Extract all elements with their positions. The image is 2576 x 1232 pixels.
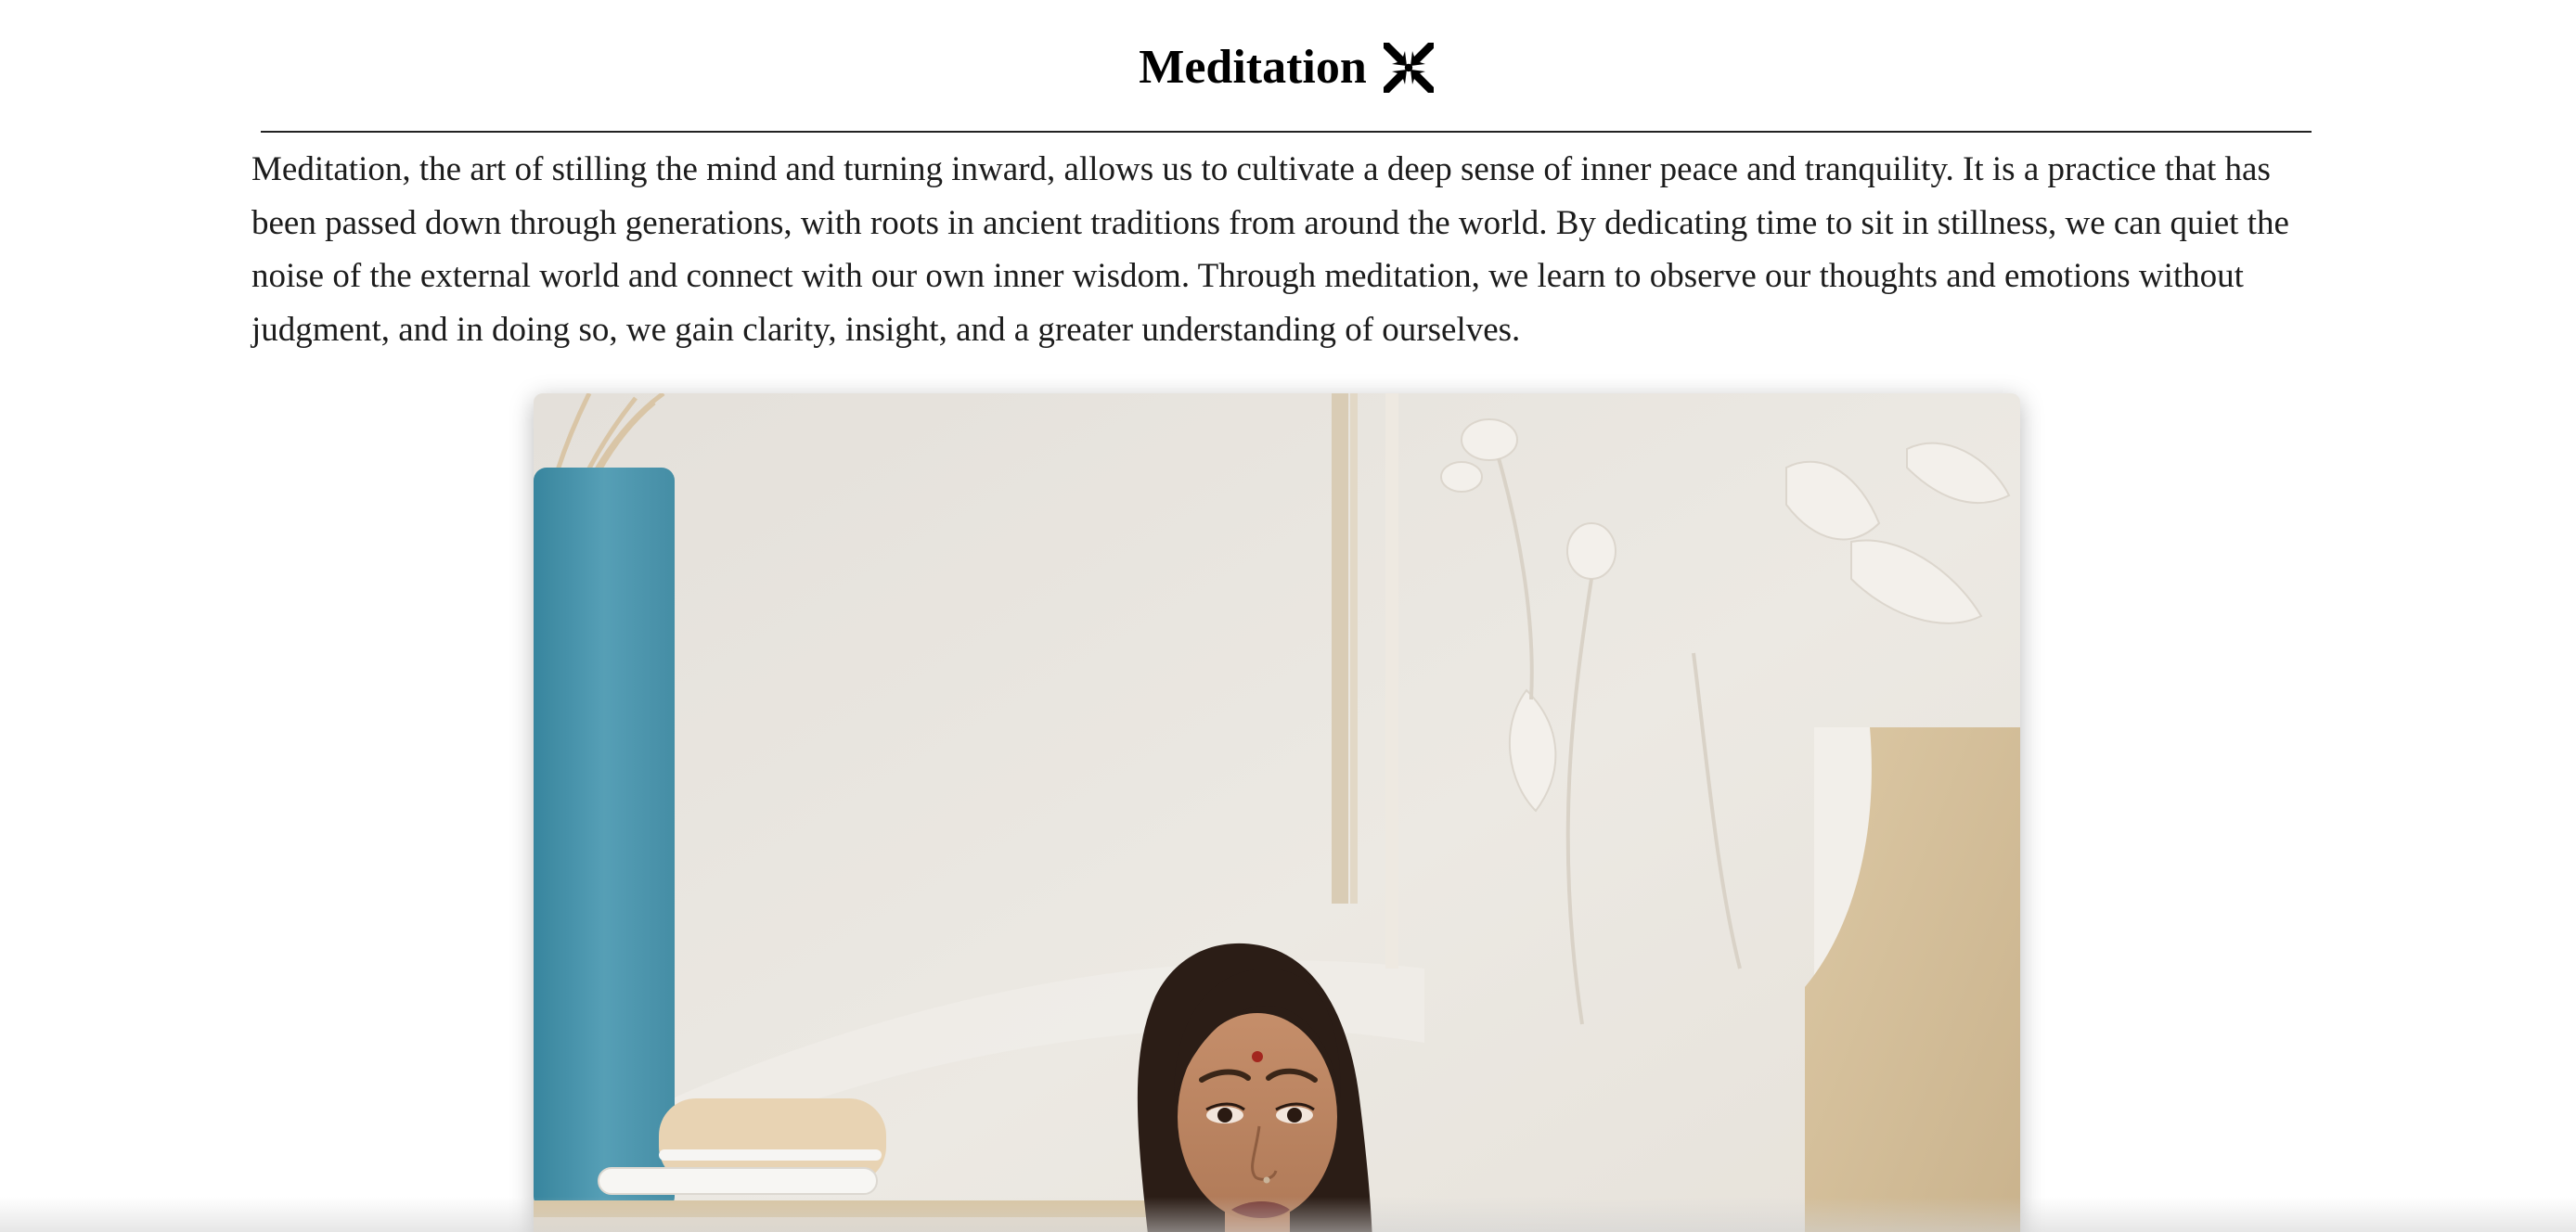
page-title-text: Meditation [1139, 41, 1367, 94]
title-wrap: Meditation [0, 28, 2576, 108]
intro-paragraph: Meditation, the art of stilling the mind… [251, 150, 2289, 349]
arrows-converging-to-center-icon [1380, 39, 1437, 96]
page: Meditation Meditation, the art of stilli… [0, 0, 2576, 1232]
page-title: Meditation [1139, 28, 1437, 108]
woman-meditating-photo [534, 393, 2020, 1232]
title-divider [261, 131, 2312, 133]
photo-illustration [534, 393, 2020, 1232]
